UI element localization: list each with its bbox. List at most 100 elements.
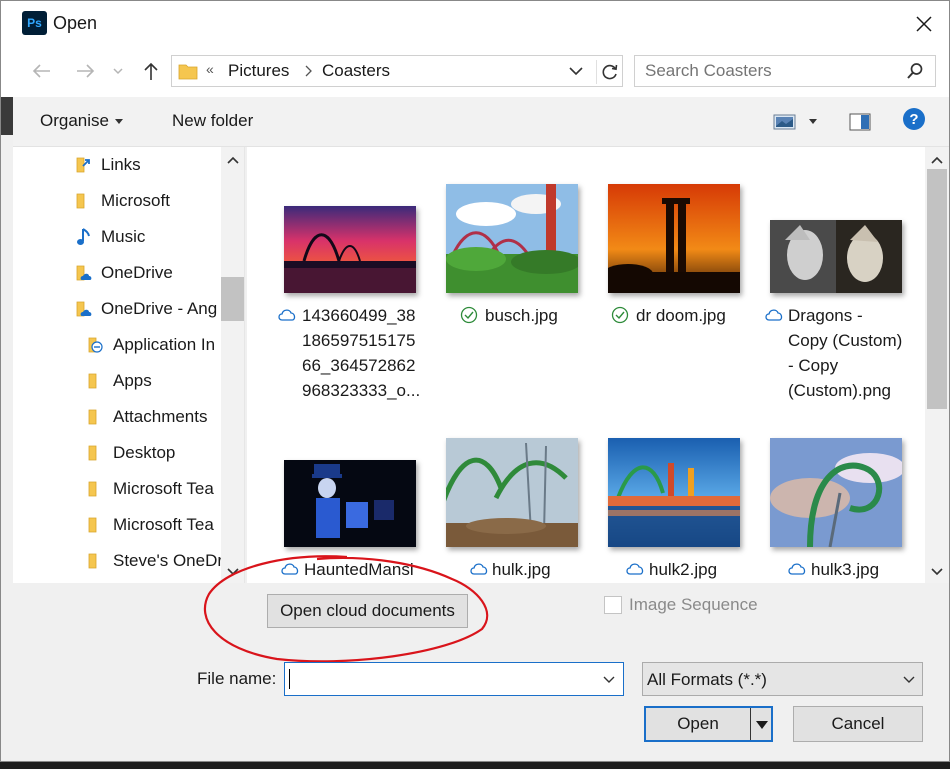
music-note-icon [73, 227, 95, 247]
file-thumbnail [608, 438, 740, 547]
caret-down-icon[interactable] [755, 720, 769, 730]
navigation-bar: « Pictures Coasters [1, 45, 949, 97]
file-name-input[interactable] [284, 662, 624, 696]
forward-button[interactable] [73, 58, 99, 84]
links-folder-icon [73, 155, 95, 175]
breadcrumb-pictures[interactable]: Pictures [228, 61, 289, 81]
onedrive-folder-icon [73, 299, 95, 319]
cloud-status-icon [278, 309, 296, 321]
new-folder-button[interactable]: New folder [172, 111, 253, 131]
chevron-down-icon [903, 676, 915, 683]
file-name-label: File name: [197, 669, 277, 688]
arrow-left-icon [32, 64, 50, 78]
file-list-scrollbar[interactable] [925, 147, 949, 583]
cloud-status-icon [788, 563, 806, 575]
title-bar: Ps Open [1, 1, 949, 45]
text-cursor [289, 669, 290, 689]
file-name: 143660499_38 186597515175 66_364572862 9… [302, 306, 421, 400]
file-name: hulk2.jpg [649, 560, 718, 579]
photoshop-app-icon: Ps [22, 11, 47, 35]
up-button[interactable] [138, 58, 164, 84]
close-icon [916, 16, 932, 32]
scroll-down-icon[interactable] [931, 565, 943, 577]
folder-icon [85, 551, 107, 571]
navigation-pane[interactable]: Links Microsoft Music OneDrive OneDrive … [13, 147, 245, 583]
nav-item-microsoft[interactable]: Microsoft [73, 183, 170, 219]
file-name: hulk3.jpg [811, 560, 880, 579]
folder-icon [178, 64, 198, 80]
folder-icon [85, 371, 107, 391]
search-input[interactable] [635, 56, 895, 86]
arrow-up-icon [144, 62, 158, 80]
onedrive-folder-icon [73, 263, 95, 283]
image-sequence-label: Image Sequence [629, 595, 758, 614]
arrow-right-icon [77, 64, 95, 78]
window-title: Open [53, 13, 98, 33]
file-thumbnail [284, 206, 416, 293]
image-sequence-checkbox[interactable]: Image Sequence [604, 595, 758, 615]
file-type-value: All Formats (*.*) [647, 670, 767, 689]
file-name: dr doom.jpg [636, 306, 726, 325]
nav-item-music[interactable]: Music [73, 219, 145, 255]
back-button[interactable] [28, 58, 54, 84]
nav-item-onedrive[interactable]: OneDrive [73, 255, 173, 291]
nav-item-onedrive-ang[interactable]: OneDrive - Ang [73, 291, 217, 327]
file-thumbnail [284, 460, 416, 547]
chevron-down-icon[interactable] [568, 65, 584, 77]
refresh-icon [602, 64, 617, 80]
nav-item-attachments[interactable]: Attachments [85, 399, 208, 435]
nav-pane-scrollbar[interactable] [221, 147, 244, 583]
help-button[interactable]: ? [903, 108, 925, 130]
folder-icon [85, 479, 107, 499]
chevron-right-icon[interactable] [304, 65, 312, 77]
search-box[interactable] [634, 55, 936, 87]
chevron-down-icon[interactable] [603, 675, 615, 685]
address-bar[interactable]: « Pictures Coasters [171, 55, 623, 87]
open-dialog: Ps Open « Pictures Coasters Search Coast… [0, 0, 950, 762]
refresh-button[interactable] [596, 60, 622, 84]
nav-item-apps[interactable]: Apps [85, 363, 152, 399]
file-thumbnail [608, 184, 740, 293]
file-type-select[interactable]: All Formats (*.*) [642, 662, 923, 696]
address-overflow[interactable]: « [206, 61, 214, 77]
nav-item-microsoft-teams-2[interactable]: Microsoft Tea [85, 507, 214, 543]
checkbox-box[interactable] [604, 596, 622, 614]
open-label[interactable]: Open [646, 708, 750, 740]
red-annotation-circle [203, 555, 489, 663]
close-button[interactable] [909, 9, 939, 39]
change-view-icon[interactable] [773, 113, 797, 131]
scrollbar-thumb[interactable] [221, 277, 244, 321]
file-name: hulk.jpg [492, 560, 551, 579]
nav-item-links[interactable]: Links [73, 147, 141, 183]
file-thumbnail [446, 438, 578, 547]
file-name: busch.jpg [485, 306, 558, 325]
view-options-caret-icon[interactable] [809, 119, 817, 124]
organise-menu[interactable]: Organise [40, 111, 123, 131]
shared-link-icon [85, 335, 107, 355]
scrollbar-thumb[interactable] [927, 169, 947, 409]
recent-locations-button[interactable] [109, 58, 127, 84]
breadcrumb-coasters[interactable]: Coasters [322, 61, 390, 81]
cancel-button[interactable]: Cancel [793, 706, 923, 742]
scroll-up-icon[interactable] [931, 155, 943, 167]
folder-icon [73, 191, 95, 211]
open-button[interactable]: Open [644, 706, 773, 742]
scroll-up-icon[interactable] [227, 155, 239, 167]
cloud-status-icon [765, 309, 783, 321]
command-toolbar: Organise New folder ? [13, 97, 949, 147]
synced-check-icon [611, 306, 629, 324]
background-bottom-band [0, 762, 950, 769]
file-list[interactable]: 143660499_38 186597515175 66_364572862 9… [247, 147, 925, 583]
nav-item-microsoft-teams-1[interactable]: Microsoft Tea [85, 471, 214, 507]
preview-pane-icon[interactable] [849, 112, 871, 132]
file-thumbnail [770, 438, 902, 547]
search-icon[interactable] [906, 62, 924, 80]
synced-check-icon [460, 306, 478, 324]
folder-icon [85, 443, 107, 463]
split-divider [750, 708, 751, 740]
folder-icon [85, 515, 107, 535]
chevron-down-icon [113, 68, 123, 75]
nav-item-desktop[interactable]: Desktop [85, 435, 175, 471]
nav-item-application-in[interactable]: Application In [85, 327, 215, 363]
organise-label: Organise [40, 111, 109, 130]
